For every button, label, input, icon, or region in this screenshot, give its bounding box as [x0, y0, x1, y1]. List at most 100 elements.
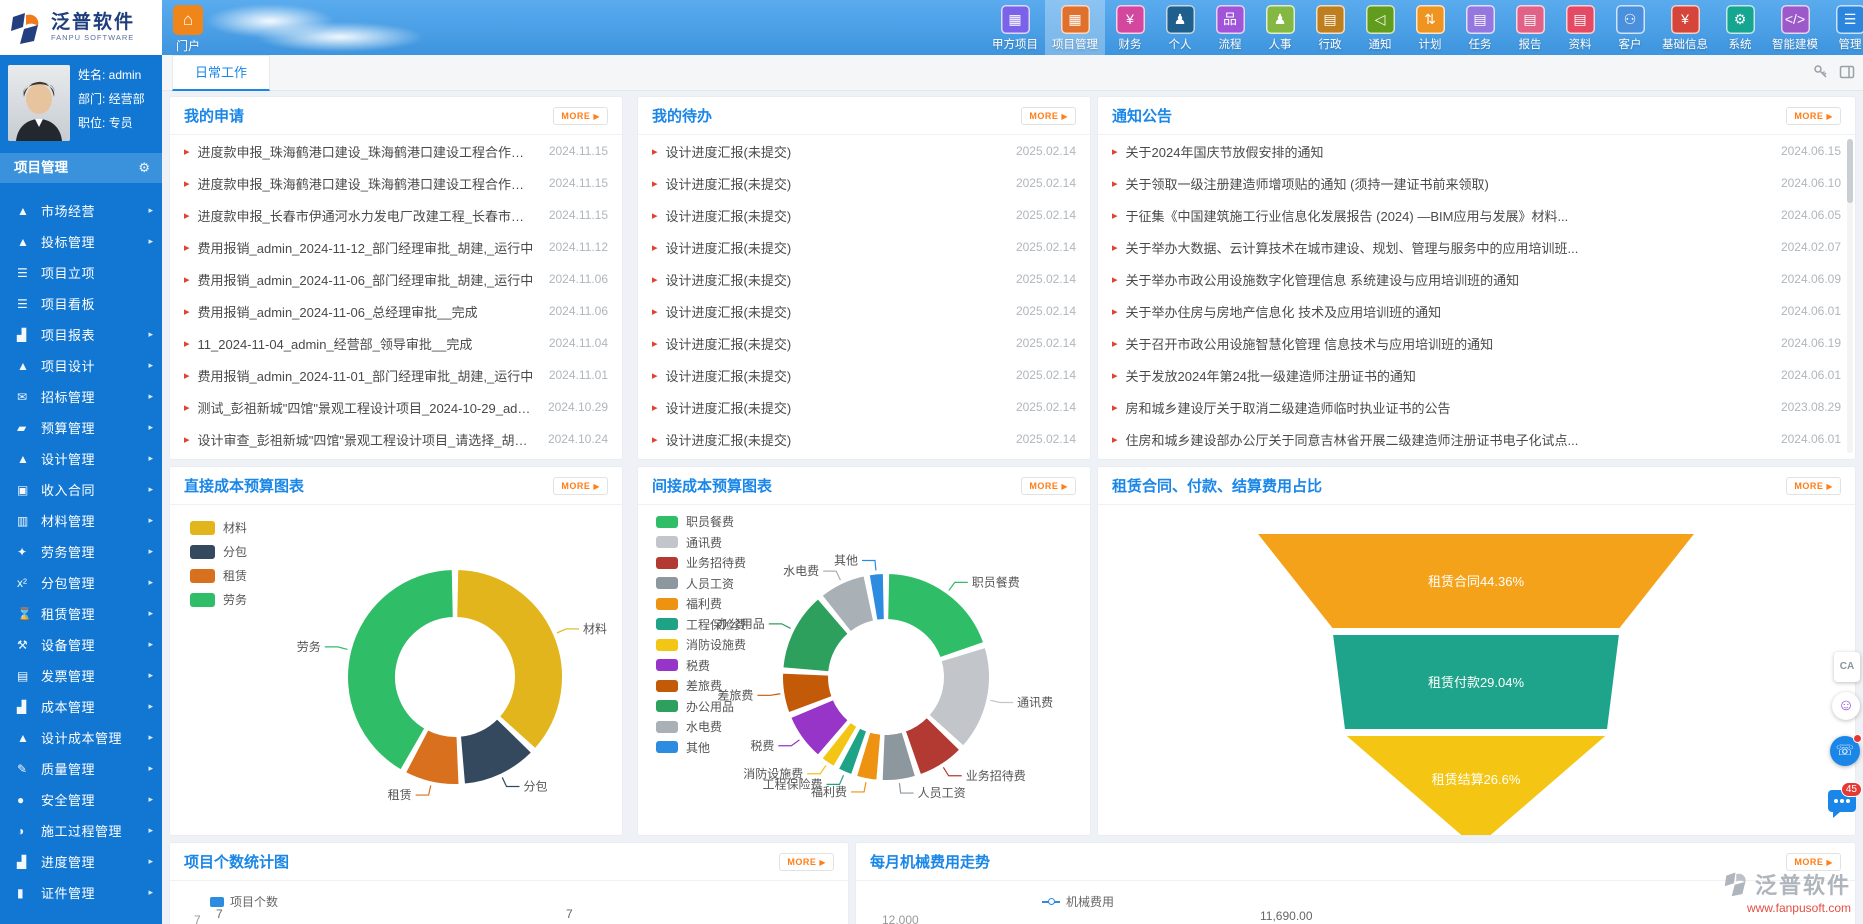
float-customer-service-button[interactable]: ☺ — [1832, 692, 1860, 720]
sidebar-item-market[interactable]: ▲市场经营▸ — [0, 195, 162, 226]
nav-item-personal[interactable]: ♟个人 — [1155, 0, 1205, 55]
sidebar-item-safety[interactable]: ●安全管理▸ — [0, 784, 162, 815]
todo-item[interactable]: ▸设计进度汇报(未提交)2025.02.14 — [638, 327, 1090, 359]
float-ca-button[interactable]: CA — [1834, 652, 1860, 682]
scrollbar-track[interactable] — [1847, 139, 1853, 453]
sidebar-section-project-management[interactable]: 项目管理 ⚙ — [0, 153, 162, 183]
request-item[interactable]: ▸设计审查_彭祖新城"四馆"景观工程设计项目_请选择_胡广生_2024-10-2… — [170, 423, 622, 455]
sidebar-item-quality[interactable]: ✎质量管理▸ — [0, 753, 162, 784]
sidebar-item-project-initiation[interactable]: ☰项目立项 — [0, 257, 162, 288]
sidebar-item-bidding[interactable]: ▲投标管理▸ — [0, 226, 162, 257]
nav-item-report[interactable]: ▤报告 — [1505, 0, 1555, 55]
panel-title-project-count[interactable]: 项目个数统计图 — [184, 851, 289, 872]
todo-item[interactable]: ▸设计进度汇报(未提交)2025.02.14 — [638, 167, 1090, 199]
nav-item-base-info[interactable]: ¥基础信息 — [1655, 0, 1715, 55]
todo-item[interactable]: ▸设计进度汇报(未提交)2025.02.14 — [638, 391, 1090, 423]
request-item[interactable]: ▸进度款申报_珠海鹤港口建设_珠海鹤港口建设工程合作协议书_admin_...2… — [170, 135, 622, 167]
legend-item[interactable]: 通讯费 — [656, 534, 746, 551]
panel-title-my-requests[interactable]: 我的申请 — [184, 105, 244, 126]
sidebar-item-project-design[interactable]: ▲项目设计▸ — [0, 350, 162, 381]
legend-item[interactable]: 分包 — [190, 543, 247, 560]
notice-item[interactable]: ▸关于举办住房与房地产信息化 技术及应用培训班的通知2024.06.01 — [1098, 295, 1855, 327]
todo-item[interactable]: ▸设计进度汇报(未提交)2025.02.14 — [638, 295, 1090, 327]
sidebar-item-material[interactable]: ▥材料管理▸ — [0, 505, 162, 536]
todo-item[interactable]: ▸设计进度汇报(未提交)2025.02.14 — [638, 263, 1090, 295]
request-item[interactable]: ▸进度款申报_珠海鹤港口建设_珠海鹤港口建设工程合作协议书_admin_...2… — [170, 167, 622, 199]
sidebar-item-labor[interactable]: ✦劳务管理▸ — [0, 536, 162, 567]
sidebar-item-design-cost[interactable]: ▲设计成本管理▸ — [0, 722, 162, 753]
sidebar-item-subcontract[interactable]: x²分包管理▸ — [0, 567, 162, 598]
request-item[interactable]: ▸费用报销_admin_2024-11-06_总经理审批__完成2024.11.… — [170, 295, 622, 327]
float-chat-button[interactable]: 45 — [1826, 790, 1860, 820]
sidebar-item-project-board[interactable]: ☰项目看板 — [0, 288, 162, 319]
panel-title-indirect-cost[interactable]: 间接成本预算图表 — [652, 475, 772, 496]
notice-item[interactable]: ▸关于2024年国庆节放假安排的通知2024.06.15 — [1098, 135, 1855, 167]
sidebar-item-equipment[interactable]: ⚒设备管理▸ — [0, 629, 162, 660]
nav-item-notice[interactable]: ◁通知 — [1355, 0, 1405, 55]
more-button[interactable]: MORE ▶ — [1021, 477, 1076, 495]
notice-item[interactable]: ▸关于举办市政公用设施数字化管理信息 系统建设与应用培训班的通知2024.06.… — [1098, 263, 1855, 295]
legend-item[interactable]: 水电费 — [656, 718, 746, 735]
more-button[interactable]: MORE ▶ — [553, 107, 608, 125]
more-button[interactable]: MORE ▶ — [1021, 107, 1076, 125]
todo-item[interactable]: ▸设计进度汇报(未提交)2025.02.14 — [638, 359, 1090, 391]
panel-title-direct-cost[interactable]: 直接成本预算图表 — [184, 475, 304, 496]
sidebar-item-invoice[interactable]: ▤发票管理▸ — [0, 660, 162, 691]
more-button[interactable]: MORE ▶ — [1786, 107, 1841, 125]
indirect-cost-slice-职员餐费[interactable] — [887, 573, 984, 658]
legend-item[interactable]: 福利费 — [656, 595, 746, 612]
rental-funnel-chart[interactable]: 租赁合同44.36%租赁付款29.04%租赁结算26.6% — [1098, 505, 1855, 835]
nav-item-document[interactable]: ▤资料 — [1555, 0, 1605, 55]
nav-item-process[interactable]: 品流程 — [1205, 0, 1255, 55]
scrollbar-thumb[interactable] — [1847, 139, 1853, 203]
request-item[interactable]: ▸测试_彭祖新城"四馆"景观工程设计项目_2024-10-29_admin_结束… — [170, 391, 622, 423]
panel-title-my-todos[interactable]: 我的待办 — [652, 105, 712, 126]
legend-item[interactable]: 租赁 — [190, 567, 247, 584]
nav-item-administration[interactable]: ▤行政 — [1305, 0, 1355, 55]
request-item[interactable]: ▸进度款申报_长春市伊通河水力发电厂改建工程_长春市伊通河水力发电...2024… — [170, 199, 622, 231]
sidebar-item-tender[interactable]: ✉招标管理▸ — [0, 381, 162, 412]
nav-item-manage[interactable]: ☰管理 — [1825, 0, 1863, 55]
nav-item-portal[interactable]: ⌂ 门户 — [168, 5, 208, 54]
sidebar-item-budget[interactable]: ▰预算管理▸ — [0, 412, 162, 443]
nav-item-customer[interactable]: ⚇客户 — [1605, 0, 1655, 55]
panel-title-notices[interactable]: 通知公告 — [1112, 105, 1172, 126]
notice-item[interactable]: ▸住房和城乡建设部办公厅关于同意吉林省开展二级建造师注册证书电子化试点...20… — [1098, 423, 1855, 455]
sidebar-item-construction-process[interactable]: ◑施工过程管理▸ — [0, 815, 162, 846]
key-icon[interactable] — [1813, 64, 1829, 80]
notice-item[interactable]: ▸关于发放2024年第24批一级建造师注册证书的通知2024.06.01 — [1098, 359, 1855, 391]
nav-item-task[interactable]: ▤任务 — [1455, 0, 1505, 55]
panel-title-monthly-machine[interactable]: 每月机械费用走势 — [870, 851, 990, 872]
legend-item[interactable]: 差旅费 — [656, 677, 746, 694]
sidebar-item-certificate[interactable]: ▮证件管理▸ — [0, 877, 162, 908]
notice-item[interactable]: ▸关于召开市政公用设施智慧化管理 信息技术与应用培训班的通知2024.06.19 — [1098, 327, 1855, 359]
legend-item[interactable]: 消防设施费 — [656, 636, 746, 653]
nav-item-plan[interactable]: ⇅计划 — [1405, 0, 1455, 55]
request-item[interactable]: ▸费用报销_admin_2024-11-12_部门经理审批_胡建,_运行中202… — [170, 231, 622, 263]
sidebar-item-cost[interactable]: ▟成本管理▸ — [0, 691, 162, 722]
legend-item[interactable]: 办公用品 — [656, 698, 746, 715]
sidebar-item-rental[interactable]: ⌛租赁管理▸ — [0, 598, 162, 629]
more-button[interactable]: MORE ▶ — [553, 477, 608, 495]
more-button[interactable]: MORE ▶ — [779, 853, 834, 871]
legend-item[interactable]: 劳务 — [190, 591, 247, 608]
legend-item[interactable]: 人员工资 — [656, 575, 746, 592]
legend-item[interactable]: 职员餐费 — [656, 513, 746, 530]
nav-item-project-manage[interactable]: ▦项目管理 — [1045, 0, 1105, 55]
sidebar-item-income-contract[interactable]: ▣收入合同▸ — [0, 474, 162, 505]
nav-item-owner-project[interactable]: ▦甲方项目 — [985, 0, 1045, 55]
todo-item[interactable]: ▸设计进度汇报(未提交)2025.02.14 — [638, 231, 1090, 263]
notice-item[interactable]: ▸关于举办大数据、云计算技术在城市建设、规划、管理与服务中的应用培训班...20… — [1098, 231, 1855, 263]
legend-item[interactable]: 业务招待费 — [656, 554, 746, 571]
legend-item[interactable]: 工程保险费 — [656, 616, 746, 633]
request-item[interactable]: ▸11_2024-11-04_admin_经营部_领导审批__完成2024.11… — [170, 327, 622, 359]
todo-item[interactable]: ▸设计进度汇报(未提交)2025.02.14 — [638, 199, 1090, 231]
legend-item[interactable]: 材料 — [190, 519, 247, 536]
nav-item-finance[interactable]: ¥财务 — [1105, 0, 1155, 55]
sidebar-item-design[interactable]: ▲设计管理▸ — [0, 443, 162, 474]
panel-toggle-icon[interactable] — [1839, 64, 1855, 80]
sidebar-item-progress[interactable]: ▟进度管理▸ — [0, 846, 162, 877]
legend-item[interactable]: 其他 — [656, 739, 746, 756]
machine-cost-legend[interactable]: 机械费用 — [1042, 893, 1114, 910]
panel-title-rental-ratio[interactable]: 租赁合同、付款、结算费用占比 — [1112, 475, 1322, 496]
